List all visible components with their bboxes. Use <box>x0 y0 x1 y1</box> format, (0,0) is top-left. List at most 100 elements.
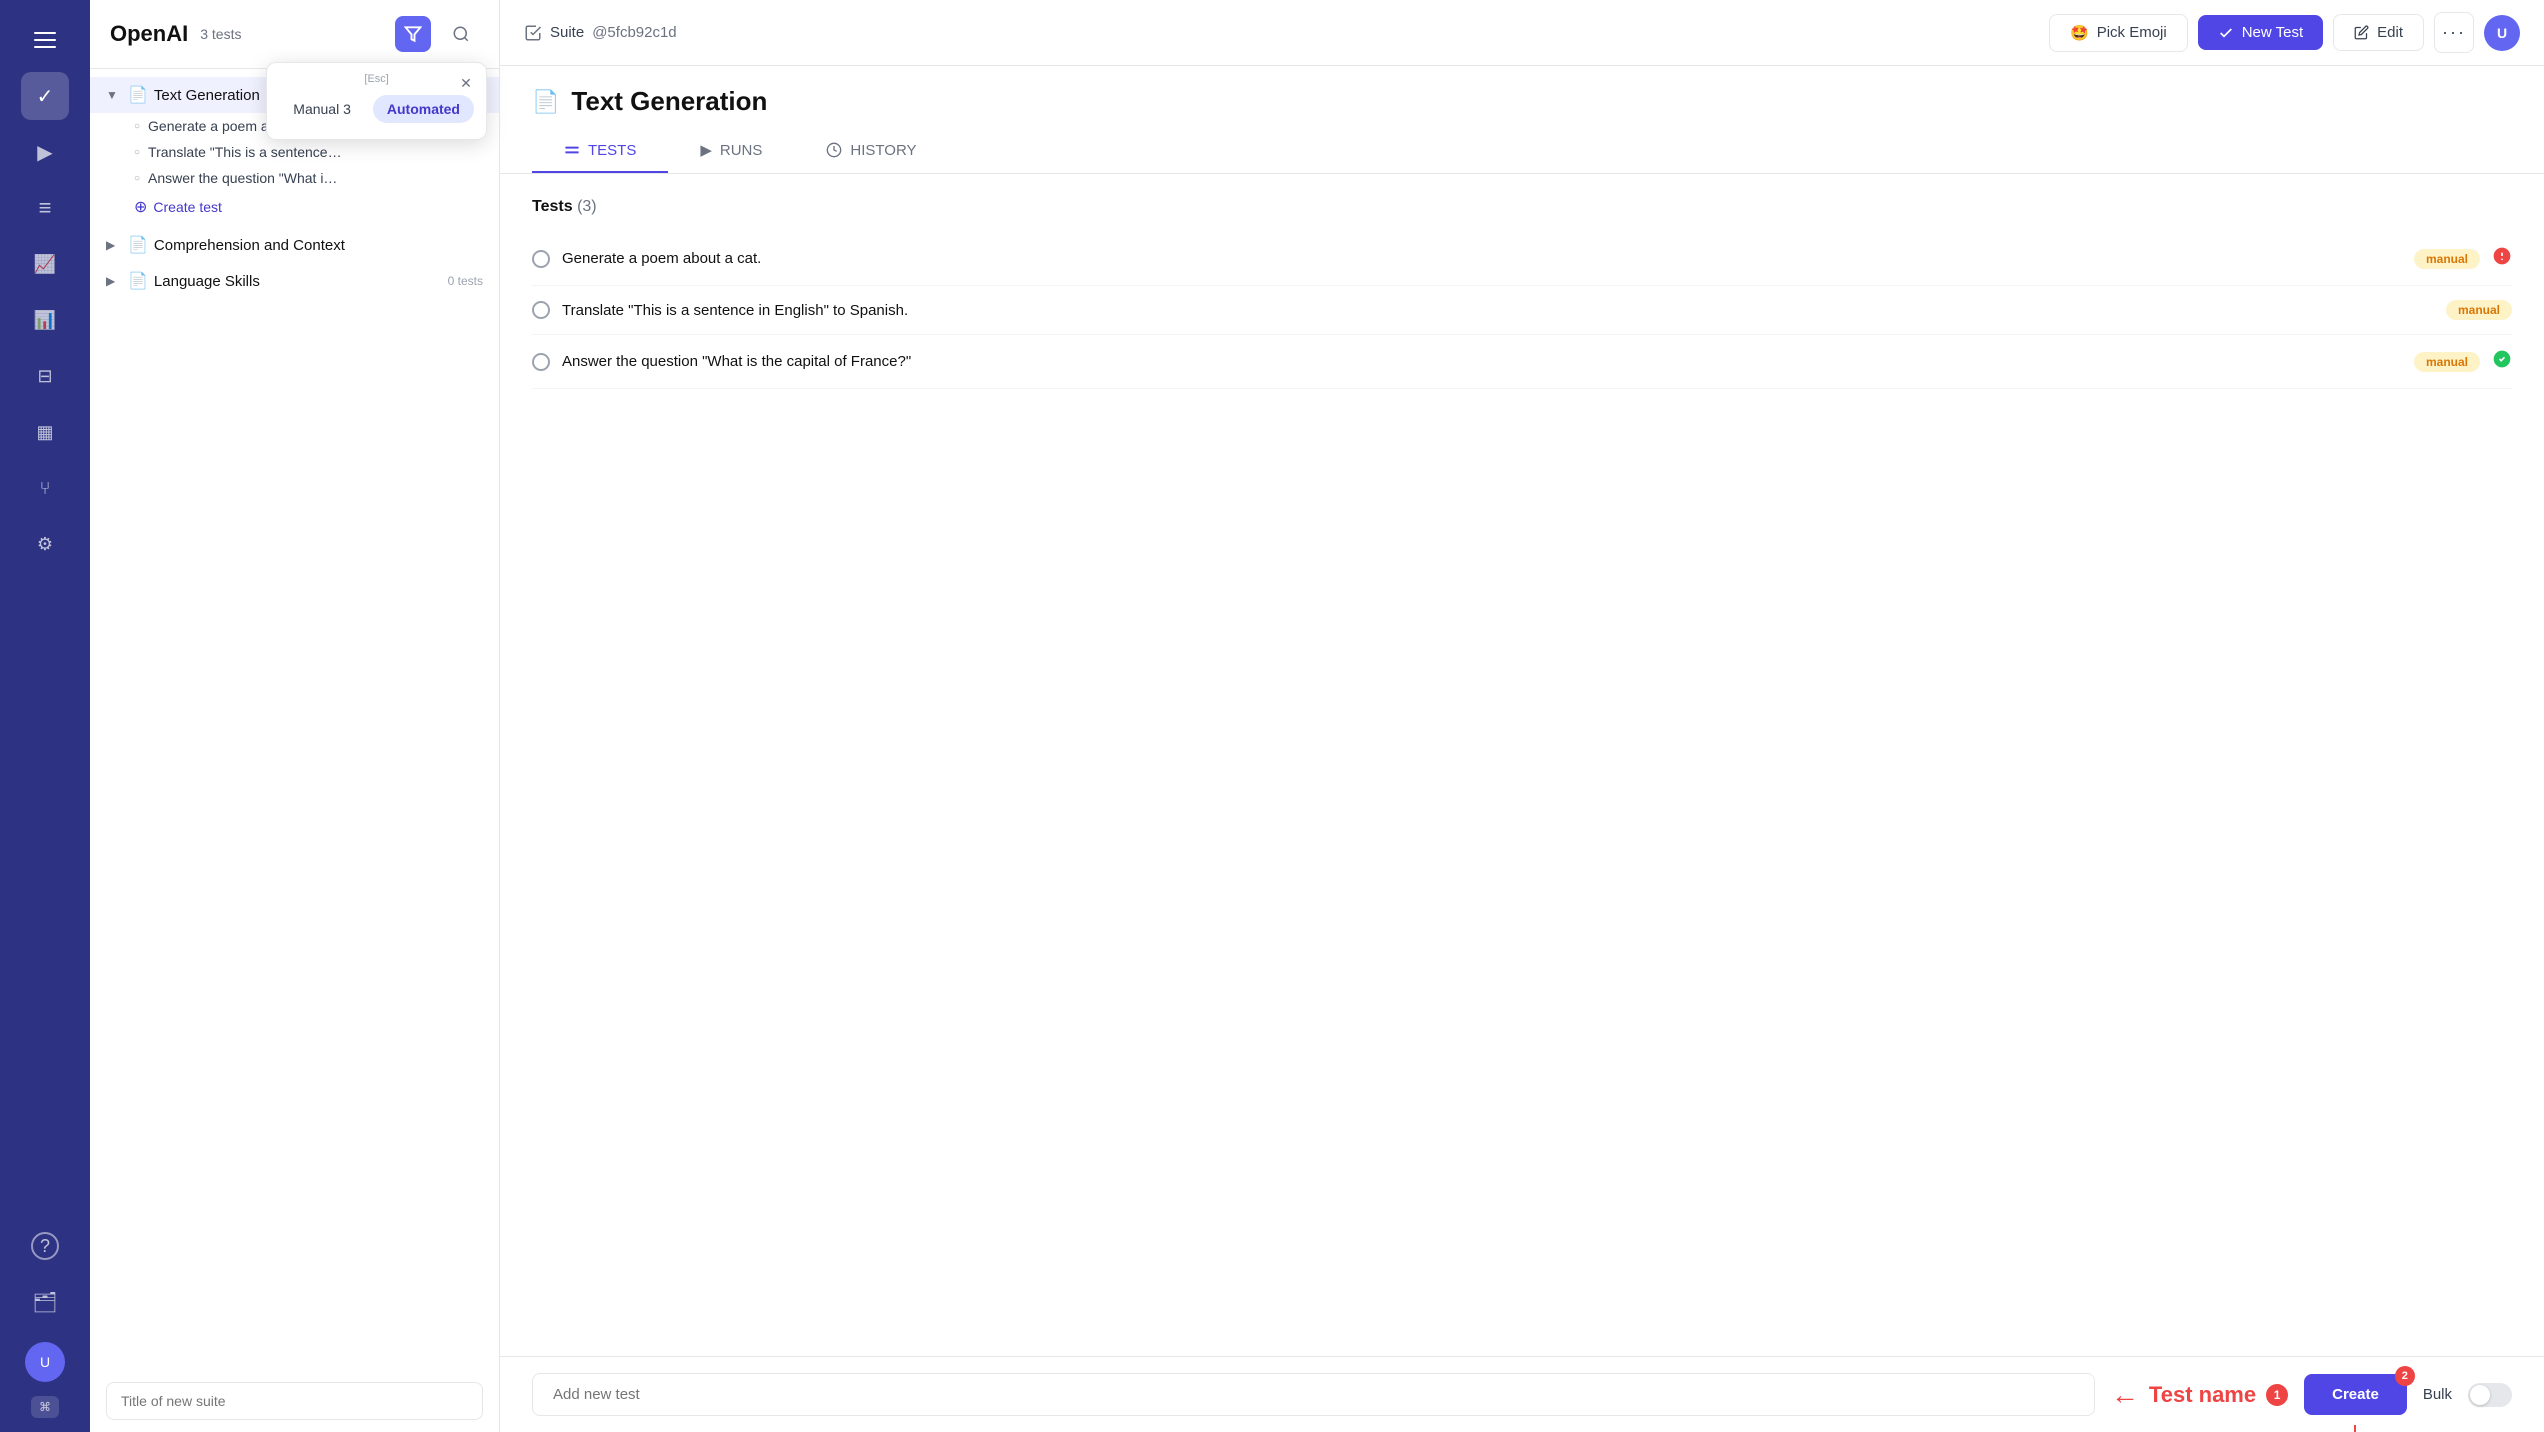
arrow-up-line <box>2354 1425 2356 1432</box>
nav-steps-item[interactable]: 📈 <box>21 240 69 288</box>
tests-heading-label: Tests <box>532 198 573 215</box>
more-actions-button[interactable]: ··· <box>2434 12 2474 53</box>
content-header: 📄 Text Generation <box>500 66 2544 117</box>
tests-count: 3 tests <box>200 26 241 42</box>
history-icon <box>826 142 842 158</box>
help-icon: ? <box>31 1232 59 1260</box>
document-icon: 📄 <box>128 235 148 255</box>
test-badge-1: manual <box>2414 249 2480 269</box>
table-row[interactable]: Generate a poem about a cat. manual <box>532 232 2512 286</box>
emoji-icon: 🤩 <box>2070 24 2089 42</box>
new-suite-input[interactable] <box>106 1382 483 1420</box>
table-row[interactable]: Answer the question "What is the capital… <box>532 335 2512 389</box>
nav-folder-item[interactable]: 🗂 <box>21 1278 69 1326</box>
test-dot-icon: ○ <box>134 173 140 184</box>
arrow-left-icon: ← <box>2111 1379 2139 1411</box>
filter-dropdown: ✕ [Esc] Manual 3 Automated <box>266 62 487 140</box>
search-icon <box>452 25 470 43</box>
create-test-label: Create test <box>153 199 221 215</box>
nav-settings-item[interactable]: ⚙ <box>21 520 69 568</box>
sidebar: OpenAI 3 tests ✕ [Esc] Manual 3 Automate… <box>90 0 500 1432</box>
edit-button[interactable]: Edit <box>2333 14 2424 51</box>
create-test-link[interactable]: ⊕ Create test <box>122 191 499 223</box>
play-icon: ▶ <box>700 141 712 159</box>
keyboard-shortcut-btn[interactable]: ⌘ <box>31 1398 59 1416</box>
suite-item-comprehension: ▶ 📄 Comprehension and Context <box>90 227 499 263</box>
suite-header-comprehension[interactable]: ▶ 📄 Comprehension and Context <box>90 227 499 263</box>
nav-help-item[interactable]: ? <box>21 1222 69 1270</box>
nav-play-item[interactable]: ▶ <box>21 128 69 176</box>
tests-count-label: (3) <box>577 198 597 215</box>
test-radio-2 <box>532 301 550 319</box>
test-status-1 <box>2492 246 2512 271</box>
topbar-actions: 🤩 Pick Emoji New Test Edit ··· U <box>2049 12 2520 53</box>
terminal-icon: ⊟ <box>37 366 52 387</box>
tests-icon <box>564 142 580 158</box>
document-icon: 📄 <box>128 85 148 105</box>
suite-label: Suite @5fcb92c1d <box>524 24 677 42</box>
pass-icon <box>2492 349 2512 369</box>
pick-emoji-button[interactable]: 🤩 Pick Emoji <box>2049 14 2188 52</box>
user-avatar[interactable]: U <box>2484 15 2520 51</box>
test-name-3: Answer the question "What is the capital… <box>562 353 2402 370</box>
fail-icon <box>2492 246 2512 266</box>
nav-chart-item[interactable]: ▦ <box>21 408 69 456</box>
suite-name-language-skills: Language Skills <box>154 273 442 290</box>
list-icon: ≡ <box>39 195 52 221</box>
test-radio-1 <box>532 250 550 268</box>
create-button-label: Create <box>2332 1386 2379 1403</box>
new-test-label: New Test <box>2242 24 2303 41</box>
suite-header-language-skills[interactable]: ▶ 📄 Language Skills 0 tests <box>90 263 499 299</box>
nav-menu-button[interactable] <box>21 16 69 64</box>
avatar-initials: U <box>2497 25 2507 41</box>
nav-list-item[interactable]: ≡ <box>21 184 69 232</box>
new-test-button[interactable]: New Test <box>2198 15 2323 50</box>
filter-close-button[interactable]: ✕ <box>454 71 478 95</box>
chevron-right-icon: ▶ <box>106 274 122 288</box>
add-test-input[interactable] <box>532 1373 2095 1416</box>
chevron-right-icon: ▶ <box>106 238 122 252</box>
main-content: Suite @5fcb92c1d 🤩 Pick Emoji New Test E… <box>500 0 2544 1432</box>
nav-terminal-item[interactable]: ⊟ <box>21 352 69 400</box>
search-button[interactable] <box>443 16 479 52</box>
filter-tab-automated[interactable]: Automated <box>373 95 474 123</box>
bottom-bar: ← Test name 1 Create 2 Bulk <box>500 1356 2544 1432</box>
tab-history[interactable]: HISTORY <box>794 129 948 173</box>
pick-emoji-label: Pick Emoji <box>2097 24 2167 41</box>
content-doc-icon: 📄 <box>532 89 559 115</box>
nav-avatar[interactable]: U <box>25 1342 65 1382</box>
bulk-toggle[interactable] <box>2468 1383 2512 1407</box>
filter-icon <box>404 25 422 43</box>
suite-id: @5fcb92c1d <box>592 24 676 41</box>
filter-button[interactable] <box>395 16 431 52</box>
table-row[interactable]: Translate "This is a sentence in English… <box>532 286 2512 335</box>
nav-check-item[interactable]: ✓ <box>21 72 69 120</box>
bulk-label: Bulk <box>2423 1386 2452 1403</box>
sidebar-header: OpenAI 3 tests <box>90 0 499 69</box>
nav-activity-item[interactable]: 📊 <box>21 296 69 344</box>
test-name-2: Translate "This is a sentence in English… <box>562 302 2434 319</box>
tab-tests[interactable]: TESTS <box>532 129 668 173</box>
test-name-1: Generate a poem about a cat. <box>562 250 2402 267</box>
edit-icon <box>2354 25 2369 40</box>
check-icon: ✓ <box>37 84 54 109</box>
content-title: Text Generation <box>571 86 767 117</box>
tab-tests-label: TESTS <box>588 142 636 159</box>
more-icon: ··· <box>2442 22 2466 43</box>
filter-tab-manual[interactable]: Manual 3 <box>279 95 365 123</box>
tests-section: Tests (3) Generate a poem about a cat. m… <box>500 174 2544 1356</box>
create-button[interactable]: Create <box>2304 1374 2407 1415</box>
suite-item-language-skills: ▶ 📄 Language Skills 0 tests <box>90 263 499 299</box>
list-item[interactable]: ○ Translate "This is a sentence… <box>122 139 499 165</box>
app-title: OpenAI <box>110 21 188 47</box>
checkbox-icon <box>524 24 542 42</box>
test-name-label: Answer the question "What i… <box>148 170 337 186</box>
chart-icon: ▦ <box>36 422 53 443</box>
test-status-3 <box>2492 349 2512 374</box>
avatar-initials: U <box>40 1354 50 1370</box>
tab-runs[interactable]: ▶ RUNS <box>668 129 794 173</box>
list-item[interactable]: ○ Answer the question "What i… <box>122 165 499 191</box>
steps-icon: 📈 <box>34 254 56 275</box>
nav-branch-item[interactable]: ⑂ <box>21 464 69 512</box>
test-name-annotation-label: Test name <box>2149 1382 2256 1408</box>
